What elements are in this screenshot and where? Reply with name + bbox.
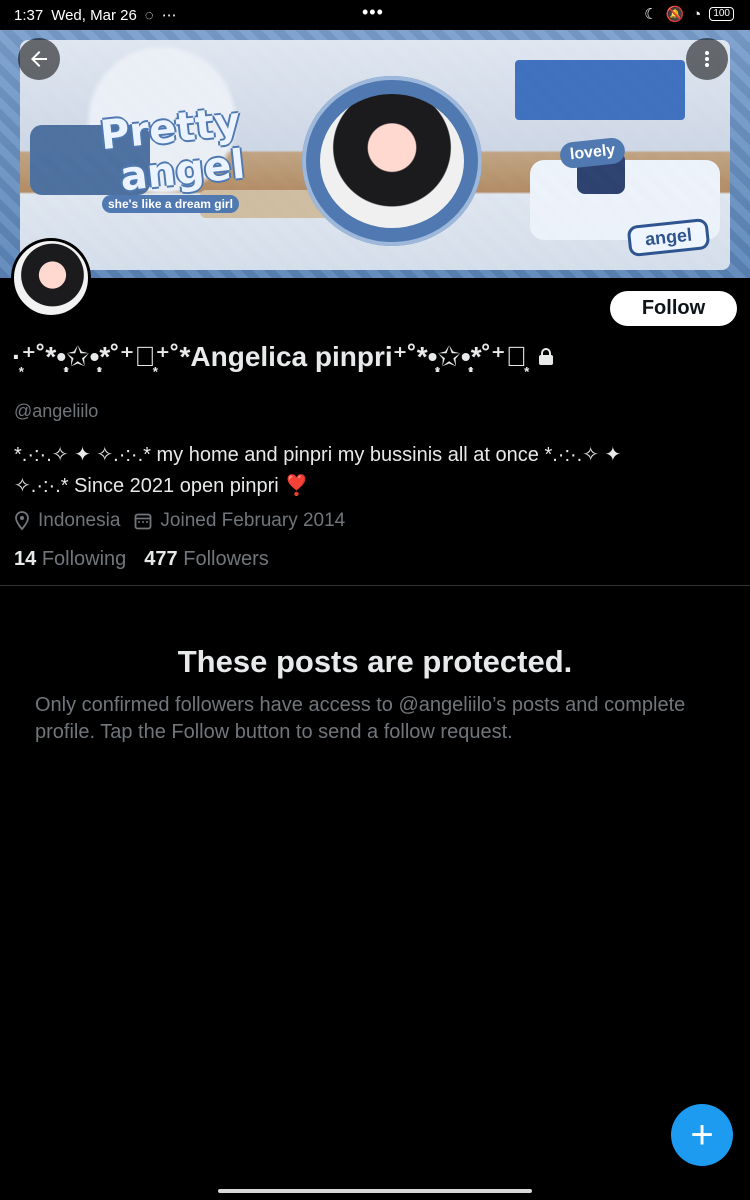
arrow-left-icon bbox=[31, 51, 47, 67]
banner-subtitle: she's like a dream girl bbox=[102, 195, 239, 213]
whatsapp-icon: ◌ bbox=[144, 6, 154, 24]
status-date: Wed, Mar 26 bbox=[51, 6, 137, 24]
followers-label: Followers bbox=[183, 548, 269, 570]
protected-title: These posts are protected. bbox=[177, 644, 573, 679]
location-item: Indonesia bbox=[14, 510, 120, 532]
bell-off-icon: 🔕 bbox=[665, 6, 685, 23]
follow-button[interactable]: Follow bbox=[610, 291, 737, 326]
calendar-icon bbox=[135, 513, 152, 530]
profile-avatar[interactable] bbox=[11, 238, 91, 318]
banner-heart-frame bbox=[302, 76, 482, 246]
home-indicator[interactable] bbox=[218, 1189, 532, 1193]
joined-item: Joined February 2014 bbox=[134, 510, 345, 532]
plus-icon: + bbox=[690, 1113, 714, 1157]
profile-banner: Pretty angel she's like a dream girl lov… bbox=[0, 30, 750, 278]
wifi-icon: ◔ bbox=[692, 5, 702, 23]
display-name-row: ·͙⁺˚*•̩̩͙✩•̩̩͙*˚⁺‧͙⁺˚*Angelica pinpri⁺˚*… bbox=[12, 340, 555, 373]
following-label: Following bbox=[41, 548, 127, 570]
display-name: ·͙⁺˚*•̩̩͙✩•̩̩͙*˚⁺‧͙⁺˚*Angelica pinpri⁺˚*… bbox=[12, 341, 527, 372]
status-center-dots: ••• bbox=[362, 2, 384, 22]
location-icon bbox=[15, 511, 29, 531]
protected-description: Only confirmed followers have access to … bbox=[35, 694, 686, 743]
bio-line-1: *.·:·.✧ ✦ ✧.·:·.* my home and pinpri my … bbox=[14, 444, 622, 466]
username: @angeliilo bbox=[14, 401, 99, 421]
followers-count: 477 bbox=[144, 548, 178, 570]
profile-meta: Indonesia Joined February 2014 bbox=[14, 510, 345, 532]
more-horizontal-icon: ⋯ bbox=[161, 7, 177, 24]
section-divider bbox=[0, 585, 750, 586]
banner-portrait bbox=[320, 94, 464, 228]
compose-button[interactable]: + bbox=[671, 1104, 733, 1166]
following-stat[interactable]: 14 Following bbox=[14, 548, 126, 571]
profile-bio: *.·:·.✧ ✦ ✧.·:·.* my home and pinpri my … bbox=[14, 440, 724, 502]
following-count: 14 bbox=[14, 548, 37, 570]
status-bar: 1:37 Wed, Mar 26 ◌ ⋯ ••• ☾ 🔕 ◔ 100 bbox=[0, 0, 750, 30]
lock-icon bbox=[538, 347, 553, 365]
bio-line-2: ✧.·:·.* Since 2021 open pinpri ❣️ bbox=[14, 475, 310, 497]
more-vertical-icon bbox=[705, 51, 709, 67]
moon-icon: ☾ bbox=[644, 6, 658, 23]
status-time: 1:37 bbox=[14, 6, 44, 24]
back-button[interactable] bbox=[18, 38, 60, 80]
battery-level: 100 bbox=[709, 7, 734, 21]
location-text: Indonesia bbox=[38, 510, 121, 531]
more-options-button[interactable] bbox=[686, 38, 728, 80]
follow-stats: 14 Following 477 Followers bbox=[14, 548, 269, 571]
banner-tile-wall bbox=[515, 60, 685, 120]
followers-stat[interactable]: 477 Followers bbox=[144, 548, 269, 571]
joined-text: Joined February 2014 bbox=[160, 510, 346, 531]
